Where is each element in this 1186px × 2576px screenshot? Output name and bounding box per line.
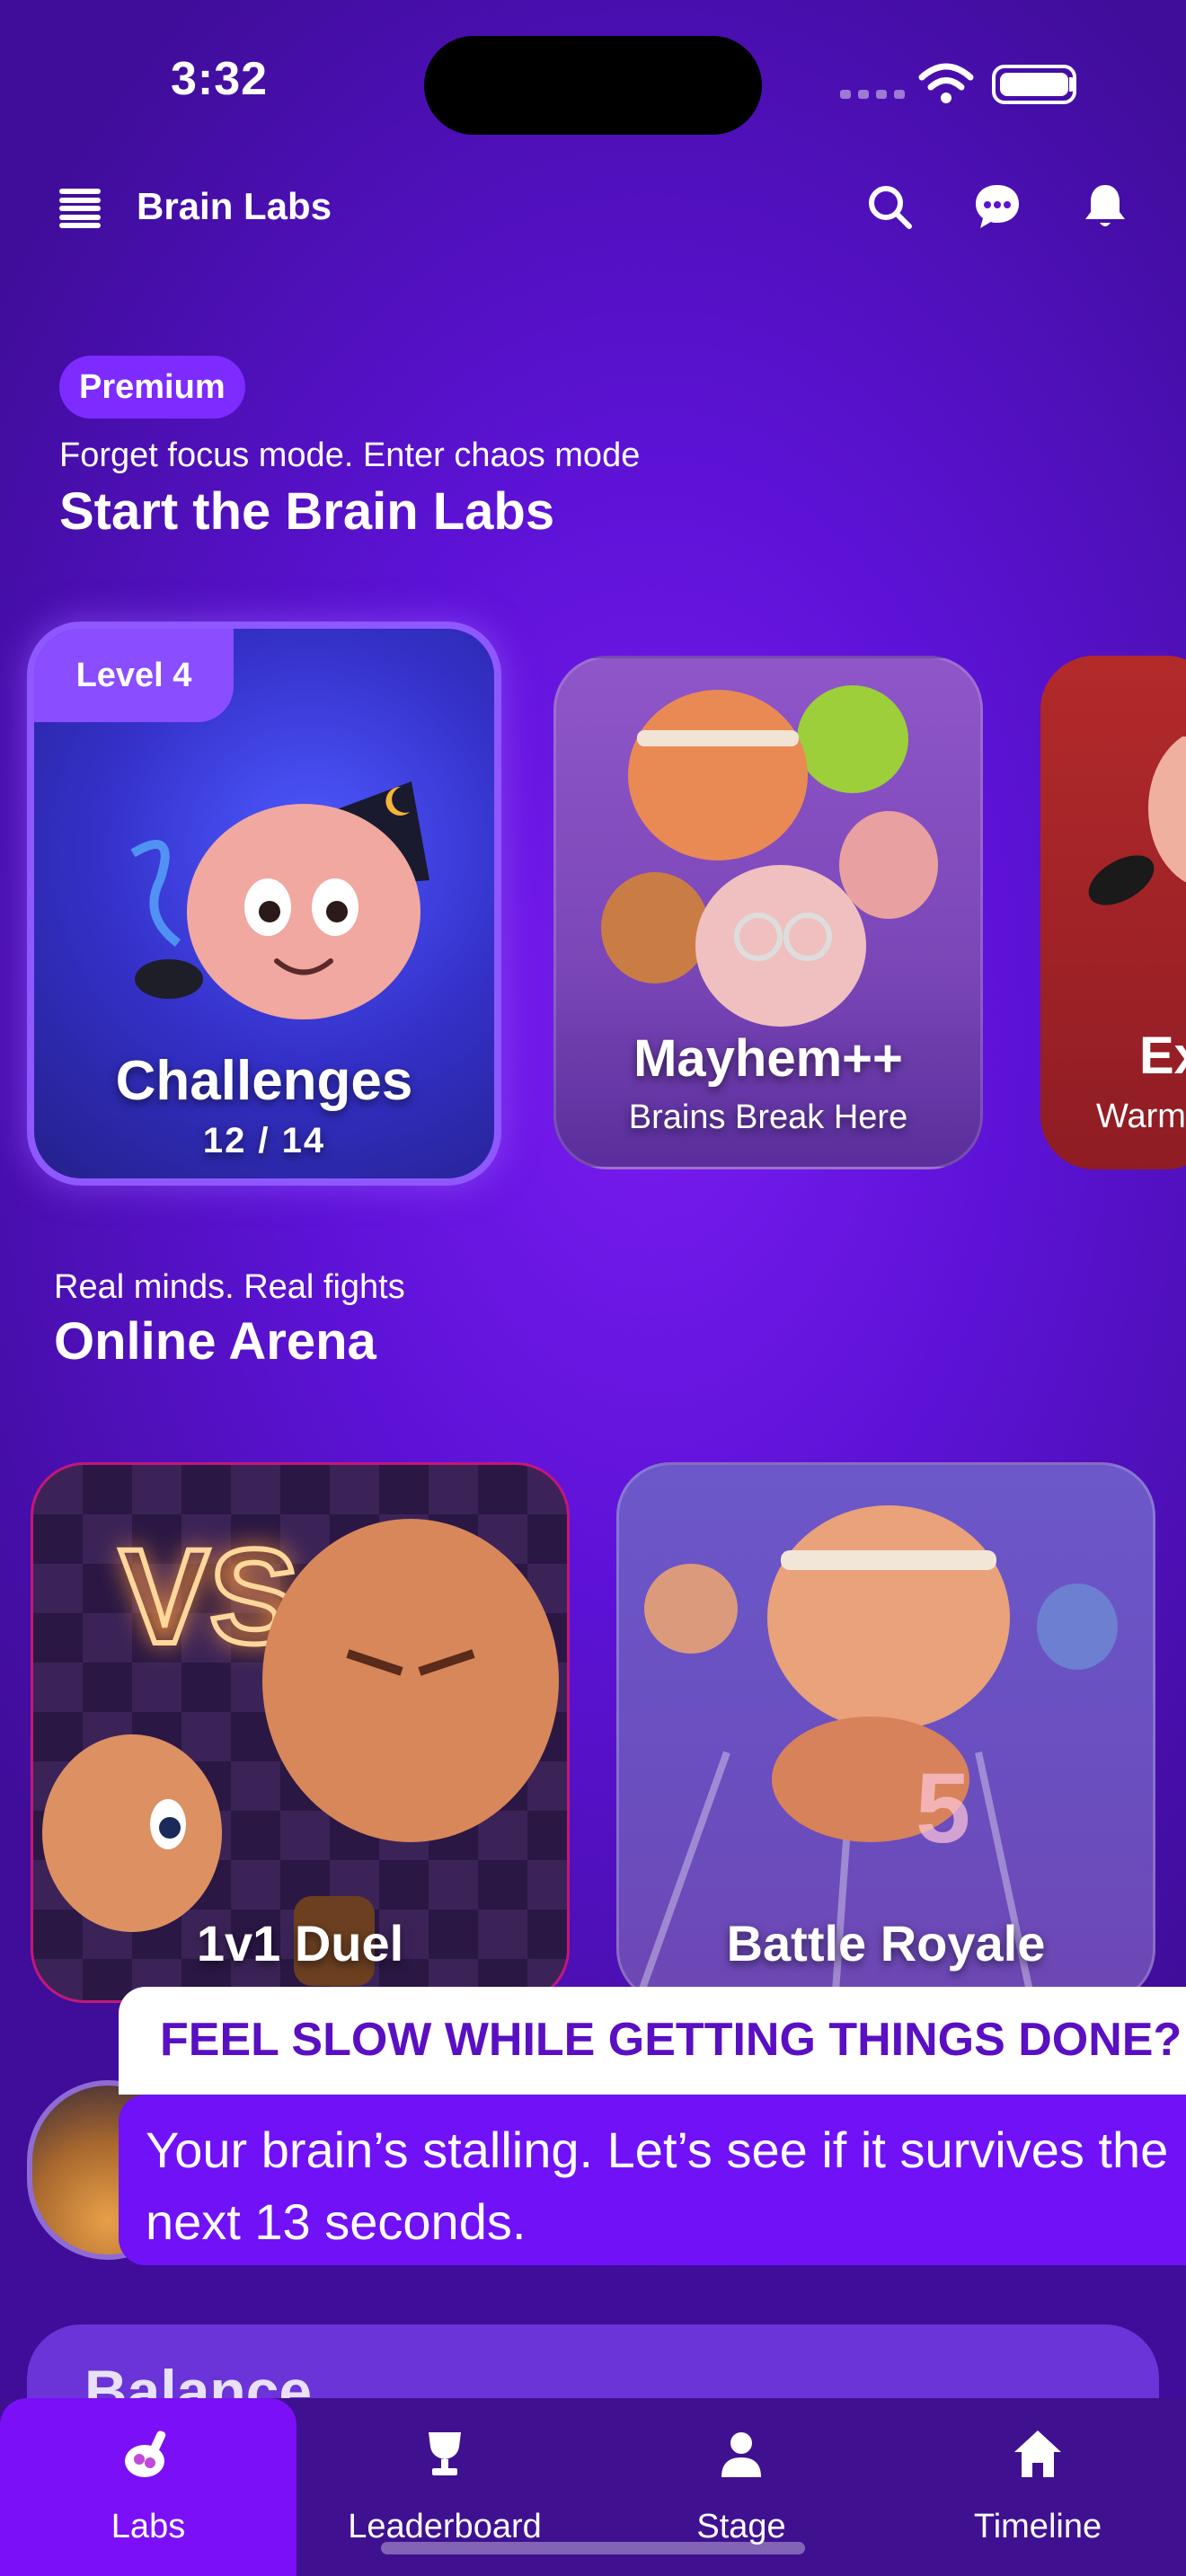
level-badge: Level 4 bbox=[34, 629, 234, 722]
chat-icon[interactable] bbox=[972, 181, 1022, 232]
popup-heading: FEEL SLOW WHILE GETTING THINGS DONE? bbox=[119, 1987, 1186, 2095]
wizard-brain-illustration bbox=[130, 781, 429, 1019]
home-indicator bbox=[381, 2542, 805, 2554]
track-number: 5 bbox=[916, 1753, 970, 1864]
duel-card[interactable]: VS 1v1 Duel bbox=[31, 1462, 570, 2003]
trophy-icon bbox=[429, 2432, 461, 2475]
extra-title: Ex bbox=[1139, 1027, 1186, 1085]
challenges-card[interactable]: Level 4 Challenges 12 / 14 bbox=[27, 622, 501, 1186]
extra-card[interactable]: Ex Warm bbox=[1040, 656, 1186, 1169]
battle-royale-card[interactable]: 5 Battle Royale bbox=[616, 1462, 1155, 2003]
mayhem-title: Mayhem++ bbox=[633, 1029, 903, 1088]
challenges-progress: 12 / 14 bbox=[202, 1121, 326, 1160]
nav-label-stage: Stage bbox=[696, 2508, 786, 2545]
popup-body: Your brain’s stalling. Let’s see if it s… bbox=[119, 2095, 1186, 2265]
bell-icon[interactable] bbox=[1080, 181, 1130, 232]
duel-title: 1v1 Duel bbox=[196, 1915, 404, 1972]
wifi-icon bbox=[918, 63, 974, 103]
nav-label-timeline: Timeline bbox=[973, 2508, 1102, 2545]
nav-label-labs: Labs bbox=[111, 2508, 186, 2545]
mayhem-brains-illustration bbox=[601, 685, 938, 1027]
nav-label-leaderboard: Leaderboard bbox=[348, 2508, 542, 2545]
challenges-title: Challenges bbox=[115, 1050, 413, 1112]
person-icon bbox=[721, 2432, 761, 2477]
nav-item-timeline[interactable]: Timeline bbox=[890, 2398, 1186, 2576]
battery-icon bbox=[992, 65, 1076, 104]
arena-title: Online Arena bbox=[54, 1312, 376, 1371]
hero-title: Start the Brain Labs bbox=[59, 482, 555, 541]
brain-flask-icon bbox=[125, 2430, 166, 2477]
menu-icon[interactable] bbox=[59, 189, 101, 228]
battle-royale-title: Battle Royale bbox=[726, 1915, 1046, 1972]
extra-brain-illustration bbox=[1088, 737, 1186, 905]
signal-icon bbox=[840, 90, 905, 99]
search-icon[interactable] bbox=[864, 181, 915, 232]
status-time: 3:32 bbox=[171, 53, 269, 105]
battery-tip bbox=[1069, 77, 1075, 92]
hero-subtitle: Forget focus mode. Enter chaos mode bbox=[59, 437, 641, 474]
mayhem-card[interactable]: Mayhem++ Brains Break Here bbox=[553, 656, 983, 1169]
premium-badge[interactable]: Premium bbox=[59, 356, 245, 419]
app-title: Brain Labs bbox=[137, 185, 332, 227]
extra-subtitle: Warm bbox=[1096, 1098, 1186, 1135]
mayhem-subtitle: Brains Break Here bbox=[628, 1098, 908, 1136]
arena-subtitle: Real minds. Real fights bbox=[54, 1268, 405, 1306]
nav-item-labs[interactable]: Labs bbox=[0, 2398, 296, 2576]
home-icon bbox=[1014, 2430, 1061, 2477]
dynamic-island bbox=[424, 36, 762, 135]
